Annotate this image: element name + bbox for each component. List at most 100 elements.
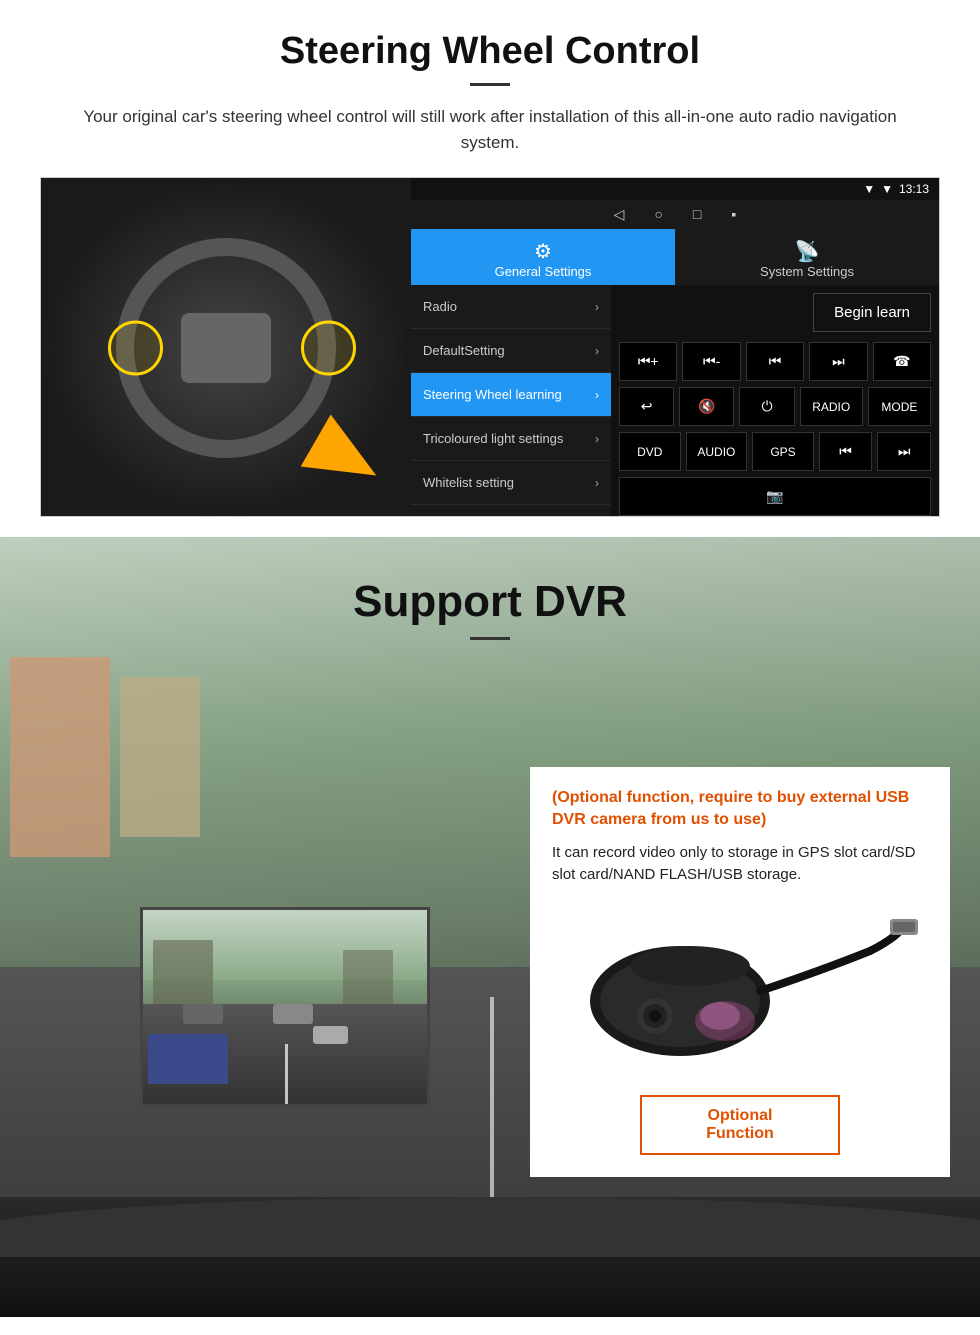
dvr-info-box: (Optional function, require to buy exter… xyxy=(530,767,950,1177)
menu-item-defaultsetting-label: DefaultSetting xyxy=(423,343,505,358)
steering-subtitle: Your original car's steering wheel contr… xyxy=(80,104,900,155)
highlight-circle-right xyxy=(301,321,356,376)
direction-arrow xyxy=(301,415,392,502)
ctrl-dvd[interactable]: DVD xyxy=(619,432,681,471)
steering-ui-container: ▼ ▼ 13:13 ◁ ○ □ ▪ ⚙ General Settings 📡 S… xyxy=(40,177,940,517)
prev-icon: ⏮ xyxy=(769,353,782,370)
chevron-icon: › xyxy=(595,300,599,314)
control-row-4: 📷 xyxy=(619,477,931,516)
ctrl-audio[interactable]: AUDIO xyxy=(686,432,748,471)
dashboard-bottom xyxy=(0,1197,980,1317)
highlight-circle-left xyxy=(108,321,163,376)
begin-learn-button[interactable]: Begin learn xyxy=(813,293,931,332)
menu-item-whitelist[interactable]: Whitelist setting › xyxy=(411,461,611,505)
power-icon: ⏻ xyxy=(761,398,772,415)
general-settings-icon: ⚙ xyxy=(417,239,669,264)
menu-item-radio[interactable]: Radio › xyxy=(411,285,611,329)
dvr-optional-function-button[interactable]: Optional Function xyxy=(640,1095,840,1155)
steering-section: Steering Wheel Control Your original car… xyxy=(0,0,980,537)
nav-back-btn[interactable]: ◁ xyxy=(614,206,625,223)
dvr-camera-svg xyxy=(560,901,920,1081)
next2-icon: ⏭ xyxy=(898,443,911,460)
building-left2 xyxy=(120,677,200,837)
chevron-icon: › xyxy=(595,344,599,358)
dvr-camera-area xyxy=(552,901,928,1081)
ctrl-vol-up[interactable]: ⏮+ xyxy=(619,342,677,381)
nav-recent-btn[interactable]: □ xyxy=(693,206,701,223)
ctrl-back[interactable]: ↩ xyxy=(619,387,674,426)
menu-item-steering-learning[interactable]: Steering Wheel learning › xyxy=(411,373,611,417)
ctrl-prev[interactable]: ⏮ xyxy=(746,342,804,381)
car-left xyxy=(183,1004,223,1024)
android-content: Radio › DefaultSetting › Steering Wheel … xyxy=(411,285,939,517)
ctrl-prev2[interactable]: ⏮ xyxy=(819,432,873,471)
mute-icon: 🔇 xyxy=(698,398,715,415)
car-far xyxy=(313,1026,348,1044)
next-icon: ⏭ xyxy=(832,353,845,370)
steering-photo-bg xyxy=(41,178,411,517)
steering-title: Steering Wheel Control xyxy=(40,30,940,73)
tab-general-label: General Settings xyxy=(495,264,592,279)
android-panel: ▼ ▼ 13:13 ◁ ○ □ ▪ ⚙ General Settings 📡 S… xyxy=(411,178,939,516)
steering-wheel-center xyxy=(181,313,271,383)
system-settings-icon: 📡 xyxy=(681,239,933,264)
dvr-desc-text: It can record video only to storage in G… xyxy=(552,842,928,887)
settings-menu: Radio › DefaultSetting › Steering Wheel … xyxy=(411,285,611,517)
chevron-icon: › xyxy=(595,432,599,446)
prev2-icon: ⏮ xyxy=(839,443,852,460)
gps-label: GPS xyxy=(770,445,795,459)
ctrl-radio[interactable]: RADIO xyxy=(800,387,863,426)
tab-general-settings[interactable]: ⚙ General Settings xyxy=(411,229,675,285)
ctrl-vol-down[interactable]: ⏮- xyxy=(682,342,740,381)
screenshot-road-line xyxy=(285,1044,288,1104)
tab-system-settings[interactable]: 📡 System Settings xyxy=(675,229,939,285)
menu-item-radio-label: Radio xyxy=(423,299,457,314)
steering-control-panel: Begin learn ⏮+ ⏮- ⏮ ⏭ ☎ ↩ 🔇 ⏻ xyxy=(611,285,939,517)
menu-item-tricoloured-label: Tricoloured light settings xyxy=(423,431,563,446)
android-tabs[interactable]: ⚙ General Settings 📡 System Settings xyxy=(411,229,939,285)
steering-photo xyxy=(41,178,411,517)
ctrl-next2[interactable]: ⏭ xyxy=(877,432,931,471)
ctrl-next[interactable]: ⏭ xyxy=(809,342,867,381)
radio-label: RADIO xyxy=(812,400,850,414)
begin-learn-area: Begin learn xyxy=(619,293,931,336)
back-icon: ↩ xyxy=(641,398,653,415)
mode-label: MODE xyxy=(881,400,917,414)
status-time: 13:13 xyxy=(899,182,929,196)
dvr-section: Support DVR (Optional function, require … xyxy=(0,537,980,1317)
ctrl-gps[interactable]: GPS xyxy=(752,432,814,471)
dvd-label: DVD xyxy=(637,445,662,459)
ctrl-power[interactable]: ⏻ xyxy=(739,387,794,426)
control-row-3: DVD AUDIO GPS ⏮ ⏭ xyxy=(619,432,931,471)
control-row-1: ⏮+ ⏮- ⏮ ⏭ ☎ xyxy=(619,342,931,381)
road-line-center xyxy=(490,997,494,1197)
menu-item-steering-label: Steering Wheel learning xyxy=(423,387,562,402)
chevron-icon: › xyxy=(595,476,599,490)
dvr-title-section: Support DVR xyxy=(0,537,980,660)
menu-item-tricoloured[interactable]: Tricoloured light settings › xyxy=(411,417,611,461)
dvr-screenshot-thumbnail xyxy=(140,907,430,1107)
nav-home-btn[interactable]: ○ xyxy=(654,206,662,223)
vol-up-icon: ⏮+ xyxy=(638,353,659,370)
car-right xyxy=(273,1004,313,1024)
chevron-icon: › xyxy=(595,388,599,402)
ctrl-phone[interactable]: ☎ xyxy=(873,342,931,381)
audio-label: AUDIO xyxy=(697,445,735,459)
arrow-overlay xyxy=(311,428,391,488)
camera-icon: 📷 xyxy=(766,488,783,505)
ctrl-mute[interactable]: 🔇 xyxy=(679,387,734,426)
nav-menu-btn[interactable]: ▪ xyxy=(731,206,736,223)
dashboard-curve xyxy=(0,1197,980,1257)
wifi-icon: ▼ xyxy=(881,182,893,196)
menu-item-defaultsetting[interactable]: DefaultSetting › xyxy=(411,329,611,373)
dvr-title: Support DVR xyxy=(0,577,980,627)
ctrl-camera[interactable]: 📷 xyxy=(619,477,931,516)
signal-icon: ▼ xyxy=(863,182,875,196)
ctrl-mode[interactable]: MODE xyxy=(868,387,931,426)
android-nav[interactable]: ◁ ○ □ ▪ xyxy=(411,200,939,229)
tab-system-label: System Settings xyxy=(760,264,854,279)
vol-down-icon: ⏮- xyxy=(703,353,720,370)
android-statusbar: ▼ ▼ 13:13 xyxy=(411,178,939,200)
control-row-2: ↩ 🔇 ⏻ RADIO MODE xyxy=(619,387,931,426)
title-divider xyxy=(470,83,510,86)
